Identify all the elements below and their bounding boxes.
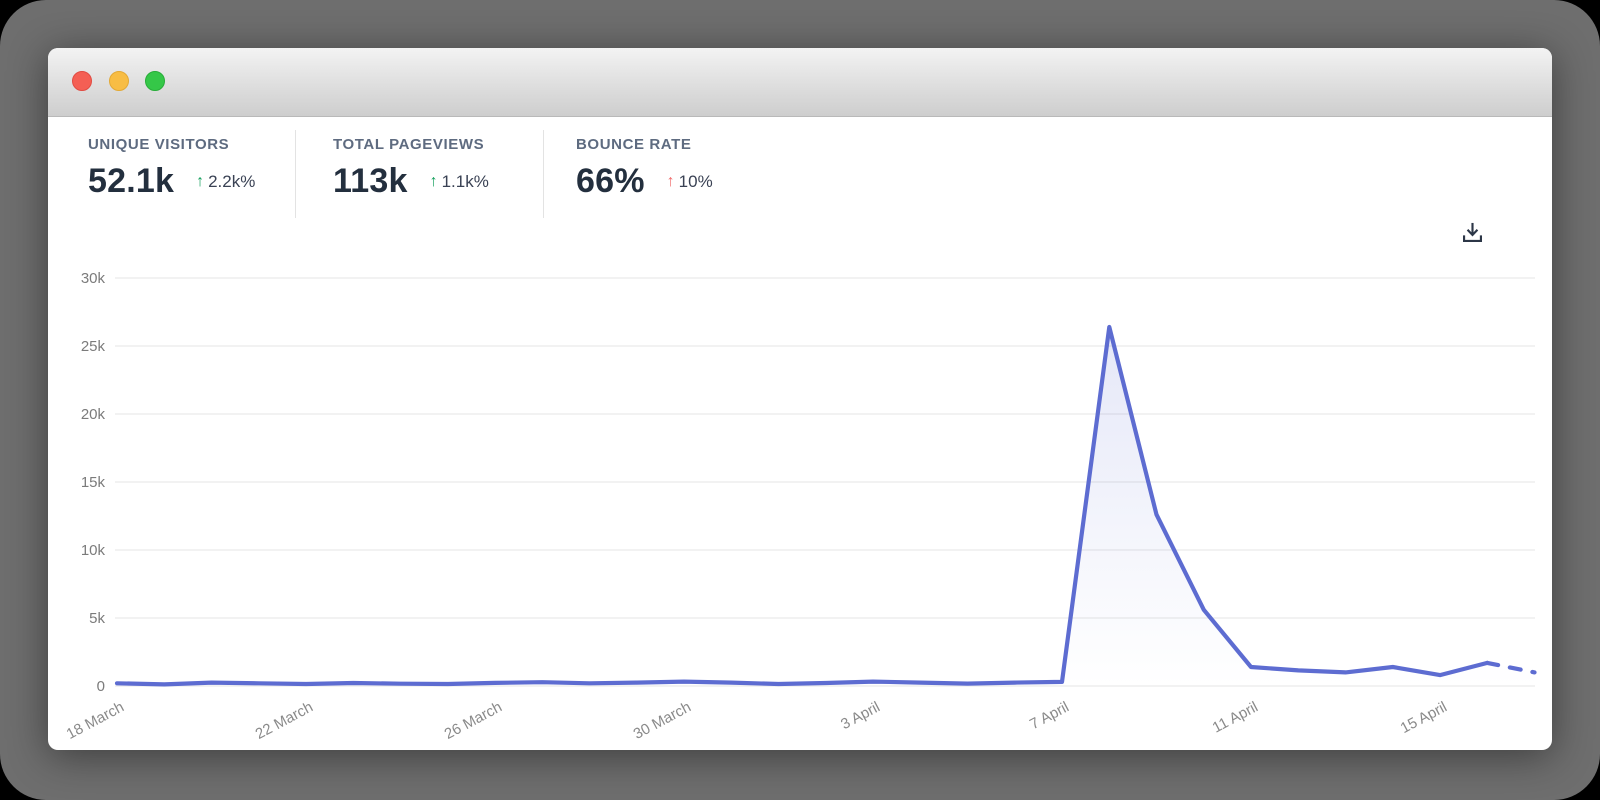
x-axis-label: 30 March: [631, 699, 694, 743]
stat-value: 66%: [576, 162, 645, 201]
y-axis-label: 10k: [81, 542, 106, 559]
close-window-button[interactable]: [72, 71, 92, 91]
download-icon: [1459, 219, 1486, 246]
stat-total-pageviews: TOTAL PAGEVIEWS 113k ↑ 1.1k%: [333, 136, 489, 201]
traffic-line: [117, 327, 1487, 684]
zoom-window-button[interactable]: [145, 71, 165, 91]
stat-delta-value: 2.2k%: [208, 172, 255, 192]
screenshot-background: UNIQUE VISITORS 52.1k ↑ 2.2k% TOTAL PAGE…: [0, 0, 1600, 800]
y-axis-label: 30k: [81, 270, 106, 287]
x-axis-label: 11 April: [1210, 699, 1261, 737]
stat-unique-visitors: UNIQUE VISITORS 52.1k ↑ 2.2k%: [88, 136, 255, 201]
stat-label: UNIQUE VISITORS: [88, 136, 255, 153]
stats-divider: [295, 130, 296, 218]
stat-delta: ↑ 10%: [667, 172, 713, 192]
app-window: UNIQUE VISITORS 52.1k ↑ 2.2k% TOTAL PAGE…: [48, 48, 1552, 750]
stat-delta-value: 10%: [679, 172, 713, 192]
x-axis-label: 22 March: [253, 699, 316, 743]
window-titlebar[interactable]: [48, 48, 1552, 117]
trend-up-icon: ↑: [667, 173, 675, 191]
y-axis-label: 25k: [81, 338, 106, 355]
stats-divider: [543, 130, 544, 218]
stat-label: TOTAL PAGEVIEWS: [333, 136, 489, 153]
stat-delta: ↑ 2.2k%: [196, 172, 255, 192]
stat-value: 113k: [333, 162, 408, 201]
stat-value: 52.1k: [88, 162, 174, 201]
y-axis-label: 5k: [89, 610, 105, 627]
stat-bounce-rate: BOUNCE RATE 66% ↑ 10%: [576, 136, 713, 201]
trend-up-icon: ↑: [430, 173, 438, 191]
x-axis-label: 18 March: [64, 699, 127, 743]
x-axis-label: 26 March: [442, 699, 505, 743]
traffic-chart[interactable]: 0 5k 10k 15k 20k 25k 30k 18 March 22 March 26 Mar…: [48, 248, 1552, 750]
area-fill: [117, 327, 1535, 686]
stat-delta: ↑ 1.1k%: [430, 172, 489, 192]
y-axis-label: 0: [97, 678, 105, 695]
trend-up-icon: ↑: [196, 173, 204, 191]
x-axis-label: 15 April: [1398, 699, 1450, 738]
y-axis-label: 20k: [81, 406, 106, 423]
x-axis-label: 3 April: [838, 699, 883, 734]
stat-label: BOUNCE RATE: [576, 136, 713, 153]
y-axis-label: 15k: [81, 474, 106, 491]
x-axis-label: 7 April: [1027, 699, 1072, 734]
minimize-window-button[interactable]: [109, 71, 129, 91]
download-button[interactable]: [1452, 212, 1492, 252]
stat-delta-value: 1.1k%: [442, 172, 489, 192]
